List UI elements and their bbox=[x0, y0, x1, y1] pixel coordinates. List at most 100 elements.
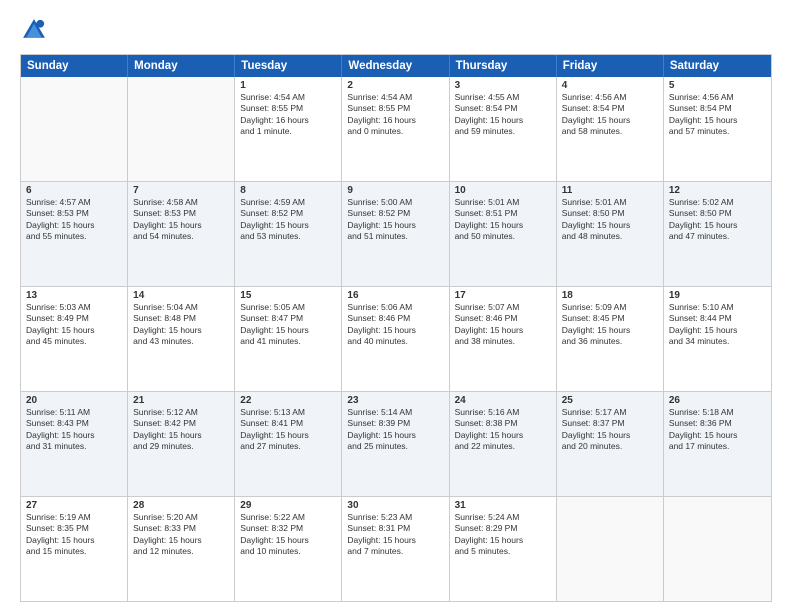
day-number: 26 bbox=[669, 395, 766, 406]
calendar-cell: 30Sunrise: 5:23 AM Sunset: 8:31 PM Dayli… bbox=[342, 497, 449, 601]
calendar-cell: 25Sunrise: 5:17 AM Sunset: 8:37 PM Dayli… bbox=[557, 392, 664, 496]
day-info: Sunrise: 5:13 AM Sunset: 8:41 PM Dayligh… bbox=[240, 407, 336, 453]
calendar-cell: 20Sunrise: 5:11 AM Sunset: 8:43 PM Dayli… bbox=[21, 392, 128, 496]
day-number: 4 bbox=[562, 80, 658, 91]
calendar-row: 13Sunrise: 5:03 AM Sunset: 8:49 PM Dayli… bbox=[21, 286, 771, 391]
day-number: 28 bbox=[133, 500, 229, 511]
calendar-cell: 15Sunrise: 5:05 AM Sunset: 8:47 PM Dayli… bbox=[235, 287, 342, 391]
calendar-cell: 31Sunrise: 5:24 AM Sunset: 8:29 PM Dayli… bbox=[450, 497, 557, 601]
calendar-row: 6Sunrise: 4:57 AM Sunset: 8:53 PM Daylig… bbox=[21, 181, 771, 286]
day-info: Sunrise: 5:22 AM Sunset: 8:32 PM Dayligh… bbox=[240, 512, 336, 558]
calendar-row: 1Sunrise: 4:54 AM Sunset: 8:55 PM Daylig… bbox=[21, 77, 771, 181]
day-number: 16 bbox=[347, 290, 443, 301]
day-info: Sunrise: 5:02 AM Sunset: 8:50 PM Dayligh… bbox=[669, 197, 766, 243]
day-info: Sunrise: 5:09 AM Sunset: 8:45 PM Dayligh… bbox=[562, 302, 658, 348]
day-info: Sunrise: 5:12 AM Sunset: 8:42 PM Dayligh… bbox=[133, 407, 229, 453]
day-info: Sunrise: 5:07 AM Sunset: 8:46 PM Dayligh… bbox=[455, 302, 551, 348]
calendar-cell bbox=[21, 77, 128, 181]
calendar-cell: 23Sunrise: 5:14 AM Sunset: 8:39 PM Dayli… bbox=[342, 392, 449, 496]
day-number: 19 bbox=[669, 290, 766, 301]
calendar-cell: 12Sunrise: 5:02 AM Sunset: 8:50 PM Dayli… bbox=[664, 182, 771, 286]
day-info: Sunrise: 5:18 AM Sunset: 8:36 PM Dayligh… bbox=[669, 407, 766, 453]
calendar-cell bbox=[664, 497, 771, 601]
day-number: 7 bbox=[133, 185, 229, 196]
day-info: Sunrise: 5:16 AM Sunset: 8:38 PM Dayligh… bbox=[455, 407, 551, 453]
day-info: Sunrise: 5:14 AM Sunset: 8:39 PM Dayligh… bbox=[347, 407, 443, 453]
day-number: 24 bbox=[455, 395, 551, 406]
weekday-header: Saturday bbox=[664, 55, 771, 77]
day-info: Sunrise: 5:11 AM Sunset: 8:43 PM Dayligh… bbox=[26, 407, 122, 453]
calendar-cell: 8Sunrise: 4:59 AM Sunset: 8:52 PM Daylig… bbox=[235, 182, 342, 286]
calendar-cell: 21Sunrise: 5:12 AM Sunset: 8:42 PM Dayli… bbox=[128, 392, 235, 496]
day-info: Sunrise: 4:56 AM Sunset: 8:54 PM Dayligh… bbox=[669, 92, 766, 138]
day-info: Sunrise: 4:59 AM Sunset: 8:52 PM Dayligh… bbox=[240, 197, 336, 243]
day-number: 27 bbox=[26, 500, 122, 511]
calendar-cell: 19Sunrise: 5:10 AM Sunset: 8:44 PM Dayli… bbox=[664, 287, 771, 391]
calendar-cell: 4Sunrise: 4:56 AM Sunset: 8:54 PM Daylig… bbox=[557, 77, 664, 181]
day-number: 22 bbox=[240, 395, 336, 406]
calendar-cell: 16Sunrise: 5:06 AM Sunset: 8:46 PM Dayli… bbox=[342, 287, 449, 391]
day-info: Sunrise: 5:10 AM Sunset: 8:44 PM Dayligh… bbox=[669, 302, 766, 348]
calendar-cell: 1Sunrise: 4:54 AM Sunset: 8:55 PM Daylig… bbox=[235, 77, 342, 181]
day-number: 6 bbox=[26, 185, 122, 196]
day-number: 18 bbox=[562, 290, 658, 301]
calendar-row: 20Sunrise: 5:11 AM Sunset: 8:43 PM Dayli… bbox=[21, 391, 771, 496]
day-info: Sunrise: 4:54 AM Sunset: 8:55 PM Dayligh… bbox=[240, 92, 336, 138]
day-number: 21 bbox=[133, 395, 229, 406]
logo bbox=[20, 16, 52, 44]
day-info: Sunrise: 4:58 AM Sunset: 8:53 PM Dayligh… bbox=[133, 197, 229, 243]
day-number: 29 bbox=[240, 500, 336, 511]
day-info: Sunrise: 5:01 AM Sunset: 8:50 PM Dayligh… bbox=[562, 197, 658, 243]
day-info: Sunrise: 5:23 AM Sunset: 8:31 PM Dayligh… bbox=[347, 512, 443, 558]
day-number: 12 bbox=[669, 185, 766, 196]
day-info: Sunrise: 5:17 AM Sunset: 8:37 PM Dayligh… bbox=[562, 407, 658, 453]
calendar-cell: 24Sunrise: 5:16 AM Sunset: 8:38 PM Dayli… bbox=[450, 392, 557, 496]
day-number: 23 bbox=[347, 395, 443, 406]
calendar-cell: 18Sunrise: 5:09 AM Sunset: 8:45 PM Dayli… bbox=[557, 287, 664, 391]
calendar-cell: 3Sunrise: 4:55 AM Sunset: 8:54 PM Daylig… bbox=[450, 77, 557, 181]
weekday-header: Monday bbox=[128, 55, 235, 77]
day-info: Sunrise: 5:01 AM Sunset: 8:51 PM Dayligh… bbox=[455, 197, 551, 243]
day-number: 13 bbox=[26, 290, 122, 301]
calendar-cell: 9Sunrise: 5:00 AM Sunset: 8:52 PM Daylig… bbox=[342, 182, 449, 286]
logo-icon bbox=[20, 16, 48, 44]
day-number: 30 bbox=[347, 500, 443, 511]
calendar: SundayMondayTuesdayWednesdayThursdayFrid… bbox=[20, 54, 772, 602]
calendar-cell: 28Sunrise: 5:20 AM Sunset: 8:33 PM Dayli… bbox=[128, 497, 235, 601]
day-number: 20 bbox=[26, 395, 122, 406]
calendar-body: 1Sunrise: 4:54 AM Sunset: 8:55 PM Daylig… bbox=[21, 77, 771, 601]
day-number: 9 bbox=[347, 185, 443, 196]
day-number: 31 bbox=[455, 500, 551, 511]
weekday-header: Wednesday bbox=[342, 55, 449, 77]
calendar-cell: 13Sunrise: 5:03 AM Sunset: 8:49 PM Dayli… bbox=[21, 287, 128, 391]
day-info: Sunrise: 4:54 AM Sunset: 8:55 PM Dayligh… bbox=[347, 92, 443, 138]
day-info: Sunrise: 5:20 AM Sunset: 8:33 PM Dayligh… bbox=[133, 512, 229, 558]
calendar-header: SundayMondayTuesdayWednesdayThursdayFrid… bbox=[21, 55, 771, 77]
calendar-cell bbox=[128, 77, 235, 181]
day-number: 8 bbox=[240, 185, 336, 196]
day-info: Sunrise: 5:24 AM Sunset: 8:29 PM Dayligh… bbox=[455, 512, 551, 558]
calendar-row: 27Sunrise: 5:19 AM Sunset: 8:35 PM Dayli… bbox=[21, 496, 771, 601]
calendar-cell: 11Sunrise: 5:01 AM Sunset: 8:50 PM Dayli… bbox=[557, 182, 664, 286]
calendar-cell: 27Sunrise: 5:19 AM Sunset: 8:35 PM Dayli… bbox=[21, 497, 128, 601]
day-number: 2 bbox=[347, 80, 443, 91]
calendar-cell: 5Sunrise: 4:56 AM Sunset: 8:54 PM Daylig… bbox=[664, 77, 771, 181]
weekday-header: Sunday bbox=[21, 55, 128, 77]
day-info: Sunrise: 5:00 AM Sunset: 8:52 PM Dayligh… bbox=[347, 197, 443, 243]
day-number: 17 bbox=[455, 290, 551, 301]
day-info: Sunrise: 5:03 AM Sunset: 8:49 PM Dayligh… bbox=[26, 302, 122, 348]
day-info: Sunrise: 4:55 AM Sunset: 8:54 PM Dayligh… bbox=[455, 92, 551, 138]
day-number: 11 bbox=[562, 185, 658, 196]
day-number: 5 bbox=[669, 80, 766, 91]
calendar-cell: 29Sunrise: 5:22 AM Sunset: 8:32 PM Dayli… bbox=[235, 497, 342, 601]
day-info: Sunrise: 5:06 AM Sunset: 8:46 PM Dayligh… bbox=[347, 302, 443, 348]
calendar-cell: 22Sunrise: 5:13 AM Sunset: 8:41 PM Dayli… bbox=[235, 392, 342, 496]
day-number: 14 bbox=[133, 290, 229, 301]
weekday-header: Thursday bbox=[450, 55, 557, 77]
day-number: 10 bbox=[455, 185, 551, 196]
day-info: Sunrise: 4:57 AM Sunset: 8:53 PM Dayligh… bbox=[26, 197, 122, 243]
day-info: Sunrise: 4:56 AM Sunset: 8:54 PM Dayligh… bbox=[562, 92, 658, 138]
calendar-cell: 10Sunrise: 5:01 AM Sunset: 8:51 PM Dayli… bbox=[450, 182, 557, 286]
day-info: Sunrise: 5:04 AM Sunset: 8:48 PM Dayligh… bbox=[133, 302, 229, 348]
calendar-cell: 6Sunrise: 4:57 AM Sunset: 8:53 PM Daylig… bbox=[21, 182, 128, 286]
